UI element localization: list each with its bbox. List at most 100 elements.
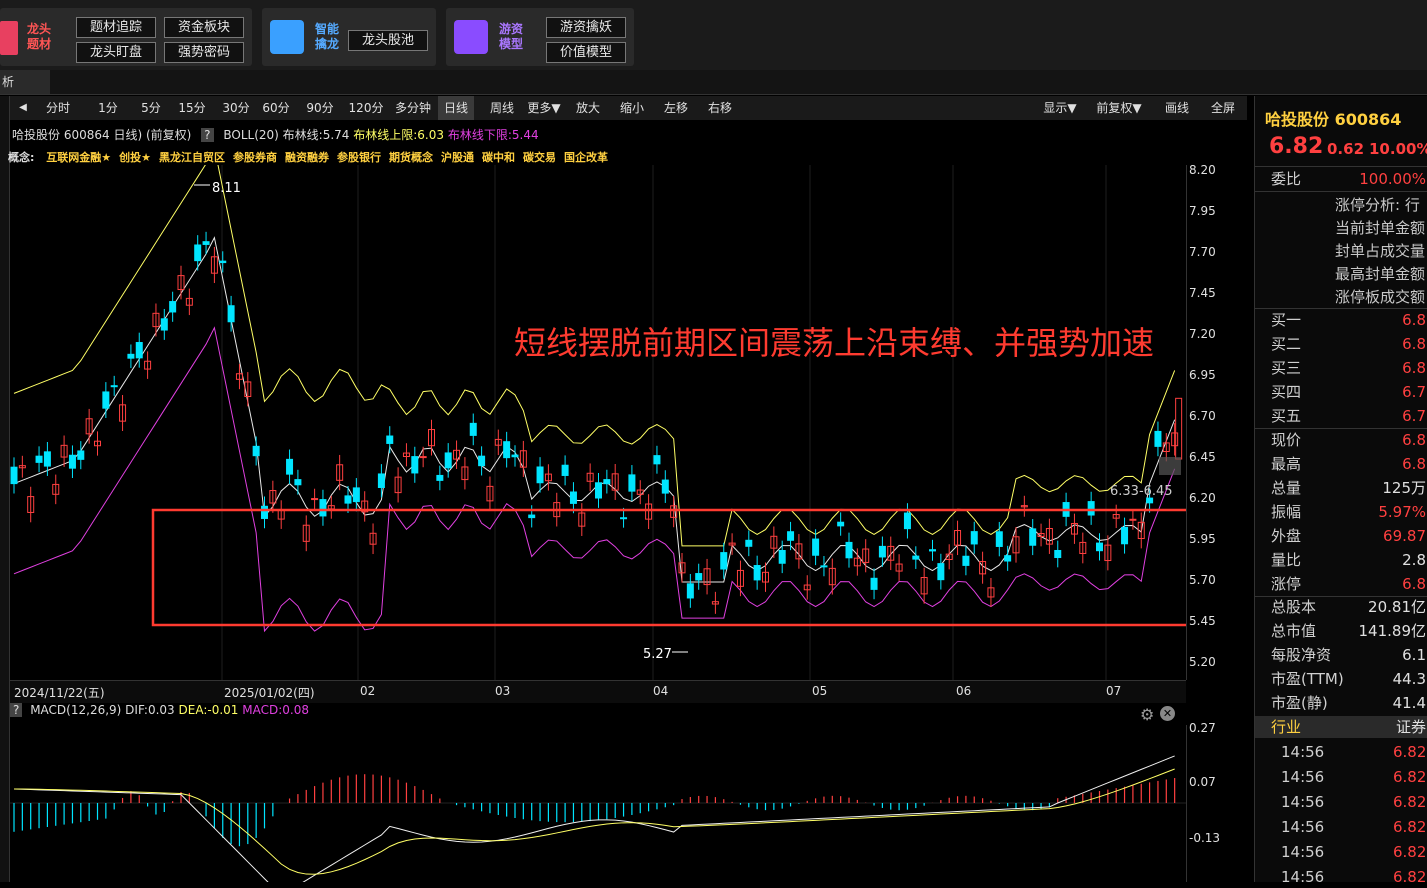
candle-body	[620, 517, 628, 520]
tab-row: 析	[0, 70, 1427, 95]
candle-body	[1054, 549, 1062, 559]
range-box	[151, 508, 1186, 627]
macd-axis: 0.27 0.07 -0.13	[1186, 721, 1249, 882]
period-bar: ◀ 分时 1分 5分 15分 30分 60分 90分 120分 多分钟 日线 周线 更多▼ 放大 缩小 左移…	[10, 96, 1247, 120]
candle-body	[820, 565, 828, 568]
concept-item[interactable]: 沪股通	[441, 151, 474, 164]
period-1[interactable]: 1分	[90, 96, 126, 120]
price-tick: 5.95	[1189, 532, 1216, 546]
candle-body	[219, 260, 227, 264]
concept-item[interactable]: 碳交易	[523, 151, 556, 164]
quote-row: 现价 6.8	[1271, 431, 1426, 449]
kline-chart[interactable]	[10, 165, 1186, 680]
concept-item[interactable]: 创投★	[119, 151, 151, 164]
collapse-left-icon[interactable]: ◀	[12, 96, 34, 120]
candle-body	[595, 482, 602, 499]
limit-line: 涨停分析: 行	[1335, 196, 1420, 214]
concept-item[interactable]: 融资融券	[285, 151, 329, 164]
period-5[interactable]: 60分	[258, 96, 294, 120]
quote-row: 总量 125万	[1271, 479, 1426, 497]
candle-body	[43, 451, 51, 467]
period-7[interactable]: 120分	[346, 96, 386, 120]
period-12[interactable]: 放大	[570, 96, 606, 120]
limit-line: 当前封单金额	[1335, 219, 1426, 237]
tab-analysis[interactable]: 析	[0, 70, 50, 94]
concept-item[interactable]: 互联网金融★	[46, 151, 111, 164]
candle-body	[169, 301, 177, 313]
candle-body	[720, 552, 728, 570]
price-tick: 5.45	[1189, 614, 1216, 628]
fund-row: 每股净资 6.1	[1271, 646, 1426, 664]
period-2[interactable]: 5分	[135, 96, 167, 120]
weibi-row: 委比 100.00%	[1271, 170, 1426, 188]
leader-pool-button[interactable]: 龙头股池	[348, 30, 428, 51]
macd-chart[interactable]	[10, 725, 1186, 882]
price-tick: 5.20	[1189, 655, 1216, 669]
macd-dea: DEA:-0.01	[178, 703, 239, 717]
price-tick: 6.45	[1189, 450, 1216, 464]
price-axis: 8.20 7.95 7.70 7.45 7.20 6.95 6.70 6.45 6.20 5.95…	[1186, 163, 1249, 680]
candle-body	[753, 565, 761, 581]
candle-body	[878, 545, 886, 558]
fund-sector-button[interactable]: 资金板块	[164, 17, 244, 38]
fullscreen-button[interactable]: 全屏	[1204, 96, 1242, 120]
dea-line	[13, 768, 1175, 875]
industry-row[interactable]: 行业 证券	[1255, 716, 1427, 738]
period-9[interactable]: 日线	[438, 96, 474, 120]
smart-catch-group: 智能 擒龙 龙头股池	[262, 8, 436, 66]
leader-watch-button[interactable]: 龙头盯盘	[76, 42, 156, 63]
period-15[interactable]: 右移	[702, 96, 738, 120]
period-13[interactable]: 缩小	[614, 96, 650, 120]
display-menu[interactable]: 显示▼	[1035, 96, 1085, 120]
date-tick: 06	[956, 684, 972, 698]
period-3[interactable]: 15分	[172, 96, 212, 120]
period-14[interactable]: 左移	[658, 96, 694, 120]
quote-pct: 10.00%	[1369, 140, 1427, 158]
concept-item[interactable]: 国企改革	[564, 151, 608, 164]
group1-title2: 题材	[26, 37, 51, 51]
candle-body	[1029, 528, 1037, 546]
settings-icon[interactable]: ⚙	[1140, 705, 1154, 724]
draw-line-button[interactable]: 画线	[1158, 96, 1196, 120]
fund-row: 总市值 141.89亿	[1271, 622, 1426, 640]
limit-line: 封单占成交量	[1335, 242, 1426, 260]
period-8[interactable]: 多分钟	[392, 96, 434, 120]
candle-body	[569, 491, 577, 504]
limit-line: 涨停板成交额	[1335, 288, 1426, 306]
candle-body	[1096, 542, 1103, 552]
date-tick: 2025/01/02(四)	[224, 686, 315, 700]
candle-body	[995, 531, 1003, 547]
macd-help-icon[interactable]: ?	[10, 703, 23, 717]
help-icon[interactable]: ?	[201, 128, 214, 142]
price-tick: 7.20	[1189, 327, 1216, 341]
quote-row: 外盘 69.87	[1271, 527, 1426, 545]
concept-item[interactable]: 黑龙江自贸区	[159, 151, 225, 164]
quote-change: 0.62	[1327, 140, 1365, 158]
period-11[interactable]: 更多▼	[524, 96, 564, 120]
theme-tracking-button[interactable]: 题材追踪	[76, 17, 156, 38]
boll-mid: BOLL(20) 布林线:5.74	[223, 128, 350, 142]
candle-body	[929, 549, 936, 552]
candle-body	[110, 385, 118, 388]
value-model-button[interactable]: 价值模型	[546, 42, 626, 63]
period-4[interactable]: 30分	[218, 96, 254, 120]
period-6[interactable]: 90分	[302, 96, 338, 120]
quote-row: 量比 2.8	[1271, 551, 1426, 569]
candle-body	[970, 531, 978, 545]
close-icon[interactable]: ✕	[1160, 706, 1175, 721]
candle-body	[377, 473, 385, 489]
adjust-menu[interactable]: 前复权▼	[1090, 96, 1148, 120]
period-0[interactable]: 分时	[38, 96, 78, 120]
strong-code-button[interactable]: 强势密码	[164, 42, 244, 63]
tick-row: 14:56 6.82	[1281, 868, 1427, 886]
period-10[interactable]: 周线	[484, 96, 520, 120]
hot-money-catch-button[interactable]: 游资擒妖	[546, 17, 626, 38]
concept-item[interactable]: 碳中和	[482, 151, 515, 164]
concept-item[interactable]: 参股券商	[233, 151, 277, 164]
concept-item[interactable]: 参股银行	[337, 151, 381, 164]
concept-item[interactable]: 期货概念	[389, 151, 433, 164]
candle-body	[787, 531, 795, 541]
price-tick: 6.20	[1189, 491, 1216, 505]
candle-body	[628, 474, 636, 492]
group3-title1: 游资	[498, 22, 523, 36]
